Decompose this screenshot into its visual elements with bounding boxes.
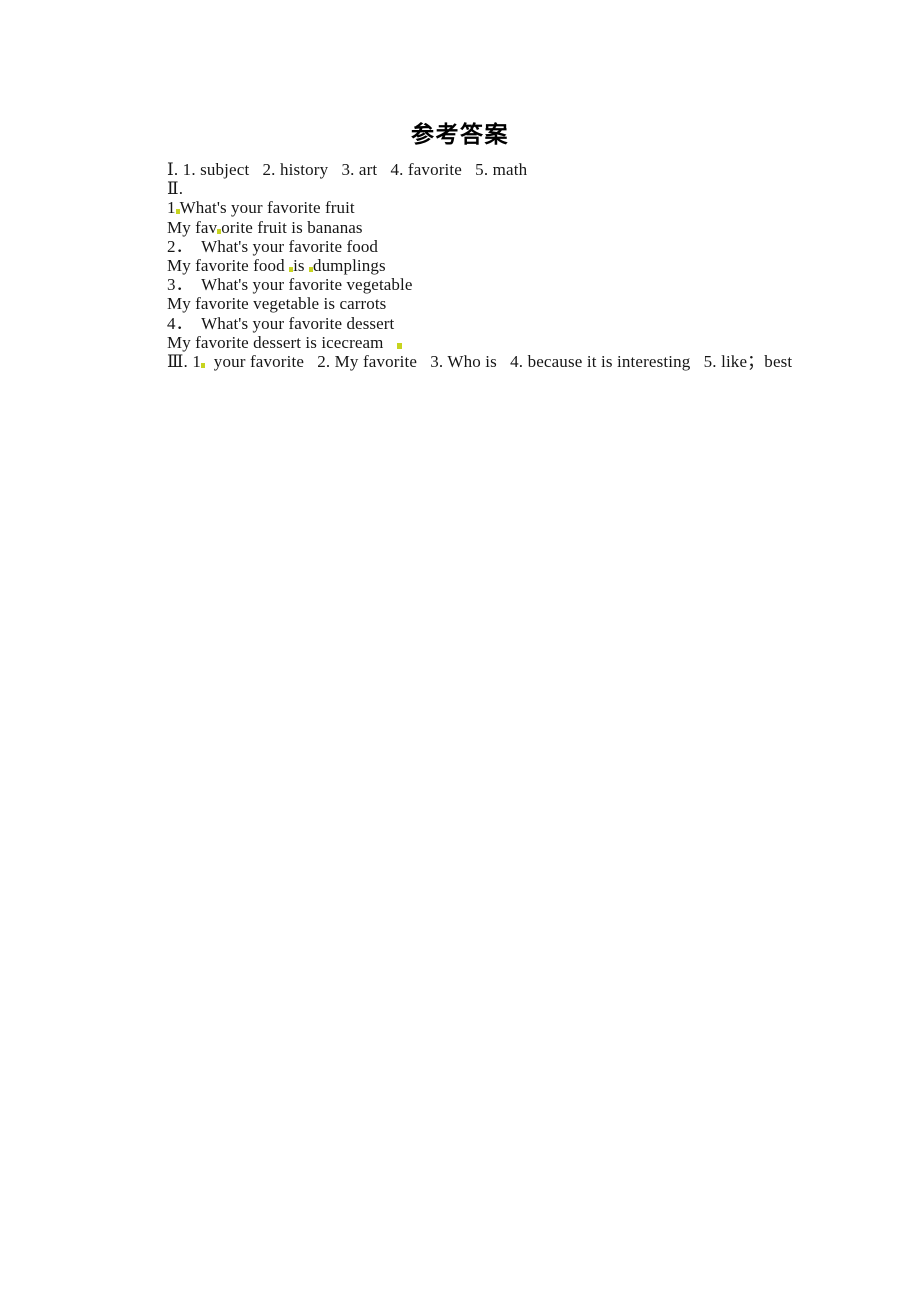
section-3-marker-and-first-number: Ⅲ. 1 bbox=[167, 351, 201, 371]
scan-artifact-speck bbox=[397, 342, 403, 349]
item-1-answer-part-b: orite fruit is bananas bbox=[221, 217, 363, 237]
section-2-item-4-question: 4． What's your favorite dessert bbox=[167, 313, 395, 333]
section-3-answers-line: Ⅲ. 1 your favorite 2. My favorite 3. Who… bbox=[167, 352, 867, 371]
section-2-item-3-answer: My favorite vegetable is carrots bbox=[167, 294, 387, 314]
item-1-question-text: What's your favorite fruit bbox=[179, 198, 355, 218]
item-2-answer-part-b: is bbox=[293, 255, 309, 275]
section-1-answers-line: Ⅰ. 1. subject 2. history 3. art 4. favor… bbox=[167, 160, 528, 179]
item-2-answer-part-c: dumplings bbox=[312, 255, 386, 275]
section-2-item-2-answer: My favorite food is dumplings bbox=[167, 256, 867, 275]
scan-artifact-speck bbox=[217, 228, 222, 234]
section-2-item-1-answer: My fav orite fruit is bananas bbox=[167, 218, 867, 237]
item-1-number: 1 bbox=[167, 198, 176, 218]
section-2-item-3-question: 3． What's your favorite vegetable bbox=[167, 275, 413, 295]
item-2-answer-part-a: My favorite food bbox=[167, 255, 290, 275]
scan-artifact-speck bbox=[289, 266, 294, 272]
section-2-item-1-question: 1 What's your favorite fruit bbox=[167, 198, 867, 217]
document-page: 参考答案 Ⅰ. 1. subject 2. history 3. art 4. … bbox=[0, 0, 920, 1302]
page-title: 参考答案 bbox=[411, 122, 509, 148]
scan-artifact-speck bbox=[175, 209, 180, 215]
section-3-answers-text: your favorite 2. My favorite 3. Who is 4… bbox=[205, 351, 793, 371]
scan-artifact-speck bbox=[201, 362, 205, 368]
section-2-item-4-answer: My favorite dessert is icecream bbox=[167, 333, 867, 352]
scan-artifact-speck bbox=[308, 266, 313, 272]
answer-key-body: Ⅰ. 1. subject 2. history 3. art 4. favor… bbox=[167, 160, 867, 371]
item-4-answer-text: My favorite dessert is icecream bbox=[167, 332, 384, 352]
section-2-heading: Ⅱ. bbox=[167, 179, 184, 199]
section-2-item-2-question: 2． What's your favorite food bbox=[167, 236, 379, 256]
item-1-answer-part-a: My fav bbox=[167, 217, 218, 237]
